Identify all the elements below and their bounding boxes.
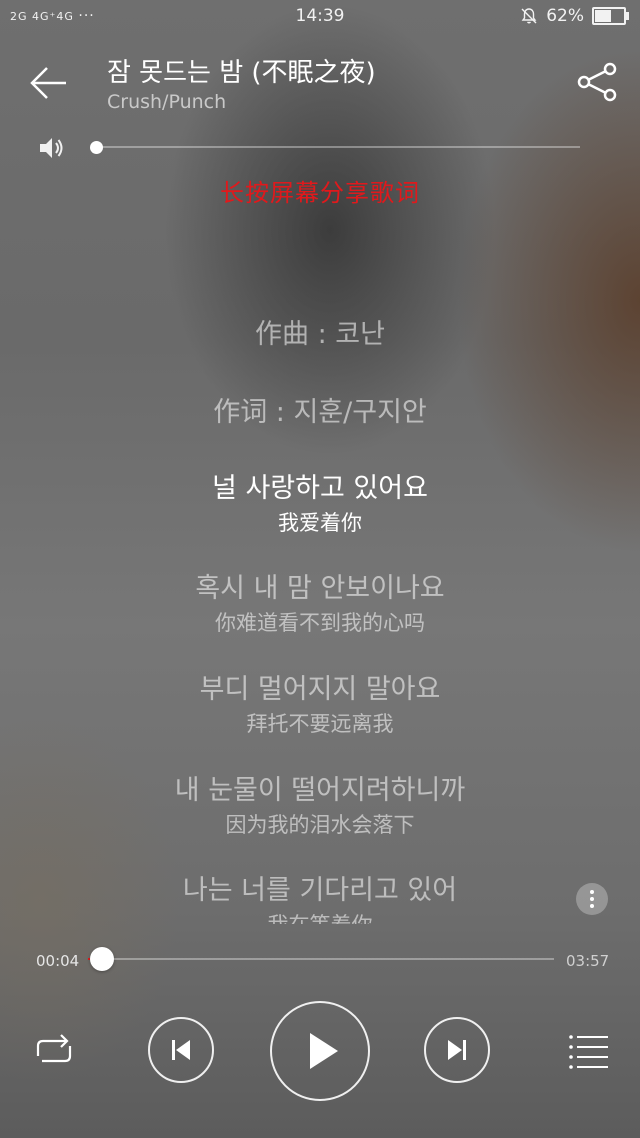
lyric-line[interactable]: 내 눈물이 떨어지려하니까 因为我的泪水会落下 [0,768,640,839]
bell-muted-icon [521,8,537,24]
more-options-button[interactable] [576,883,608,915]
total-duration: 03:57 [566,952,610,970]
skip-next-icon [448,1040,466,1060]
previous-track-button[interactable] [148,1017,214,1083]
lyric-line[interactable]: 혹시 내 맘 안보이나요 你难道看不到我的心吗 [0,566,640,637]
arrow-left-icon [30,67,66,99]
playlist-button[interactable] [566,1030,612,1072]
volume-button[interactable] [38,135,66,161]
playlist-icon [569,1035,608,1069]
seek-bar-track[interactable] [88,958,554,960]
battery-percent: 62% [546,6,584,26]
repeat-button[interactable] [30,1030,78,1072]
play-icon [310,1033,338,1069]
lyric-translation: 我爱着你 [278,511,362,535]
share-icon [577,62,617,102]
lyric-credit-lyricist: 作词 : 지훈/구지안 [213,397,427,428]
share-button[interactable] [576,62,620,102]
song-title: 잠 못드는 밤 (不眠之夜) [107,58,376,88]
lyric-translation: 我在等着你 [0,909,640,924]
back-button[interactable] [28,62,70,104]
lyric-korean: 널 사랑하고 있어요 [212,473,428,504]
battery-icon [592,7,629,25]
lyric-korean: 부디 멀어지지 말아요 [199,674,441,705]
lyrics-view[interactable]: 作曲 : 코난 作词 : 지훈/구지안 널 사랑하고 있어요 我爱着你 혹시 내… [0,300,640,924]
elapsed-time: 00:04 [36,952,80,970]
lyric-korean: 혹시 내 맘 안보이나요 [195,573,445,604]
lyric-translation: 因为我的泪水会落下 [225,813,415,837]
lyric-line-current[interactable]: 널 사랑하고 있어요 我爱着你 [0,466,640,537]
lyric-translation: 拜托不要远离我 [246,712,394,736]
play-button[interactable] [270,1001,370,1101]
seek-bar-thumb[interactable] [89,947,114,971]
speaker-icon [40,138,63,158]
lyric-translation: 你难道看不到我的心吗 [215,611,425,635]
volume-slider-track[interactable] [96,146,580,148]
lyric-korean: 나는 너를 기다리고 있어 [182,875,458,906]
lyric-line[interactable]: 부디 멀어지지 말아요 拜托不要远离我 [0,667,640,738]
share-lyrics-hint: 长按屏幕分享歌词 [220,179,420,207]
next-track-button[interactable] [424,1017,490,1083]
volume-slider-thumb[interactable] [90,141,103,154]
lyric-credit-composer: 作曲 : 코난 [255,319,385,350]
song-artist: Crush/Punch [107,91,227,113]
status-right: 62% [520,6,629,26]
repeat-icon [36,1034,72,1063]
skip-previous-icon [172,1040,190,1060]
lyric-line[interactable]: 나는 너를 기다리고 있어 我在等着你 [0,868,640,924]
lyric-korean: 내 눈물이 떨어지려하니까 [174,775,466,806]
status-bar: 2G 4G⁺4G ··· 14:39 62% [0,0,640,34]
